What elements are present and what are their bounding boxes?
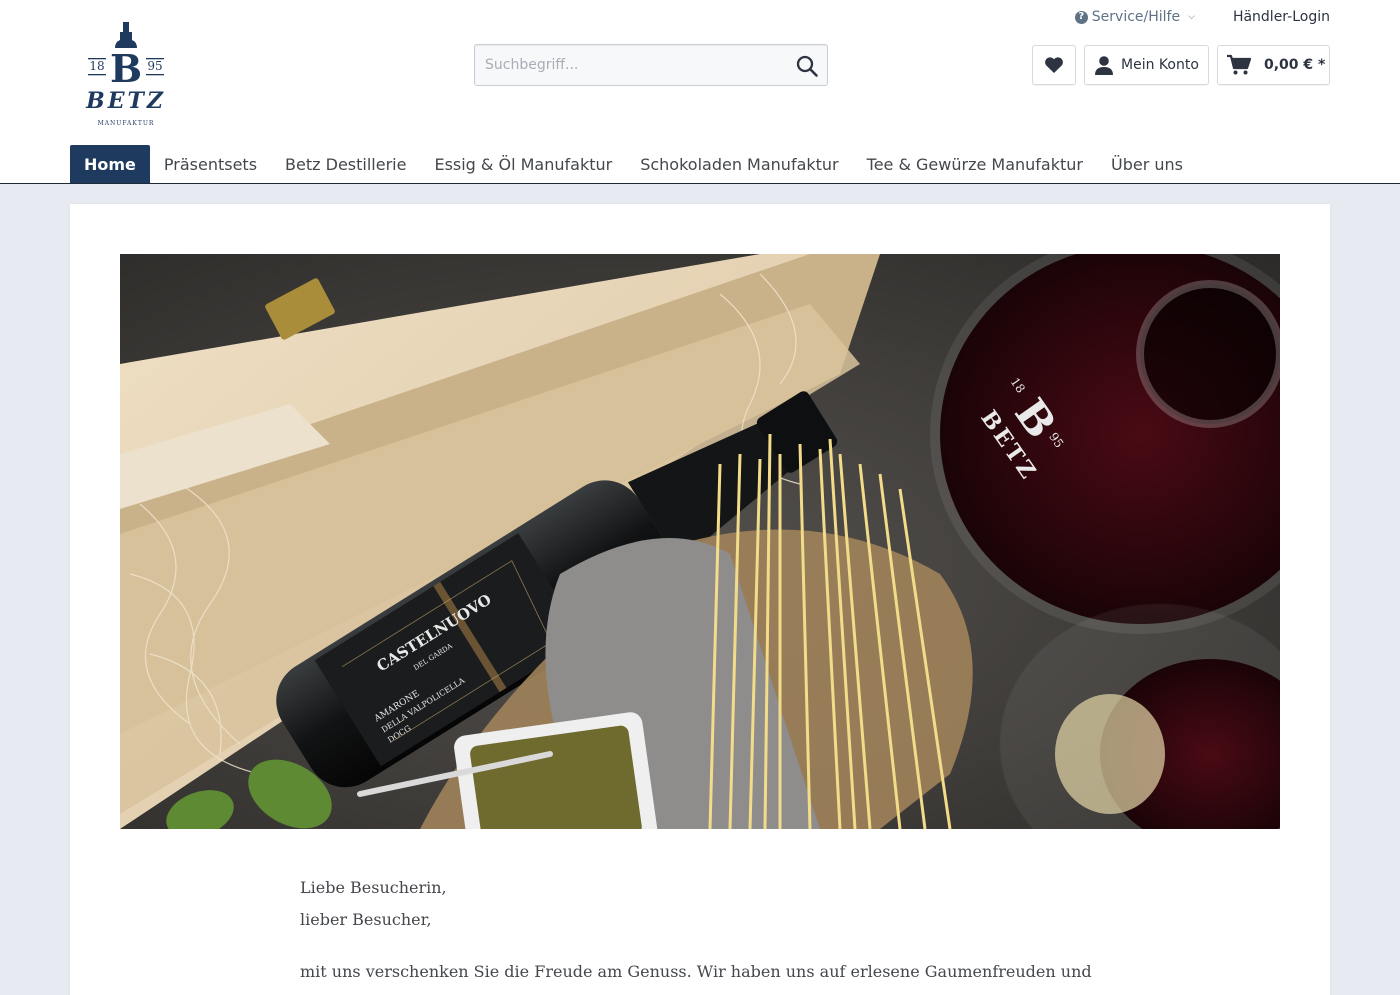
search-input[interactable] <box>475 45 775 85</box>
greeting-line-2: lieber Besucher, <box>300 910 432 929</box>
logo-year-left: 18 <box>89 59 104 73</box>
dealer-login-link[interactable]: Händler-Login <box>1233 9 1330 25</box>
nav-item-essig-oel-manufaktur[interactable]: Essig & Öl Manufaktur <box>420 145 626 183</box>
chevron-down-icon: ⌵ <box>1188 12 1195 22</box>
hero-image[interactable]: CASTELNUOVO DEL GARDA AMARONE DELLA VALP… <box>120 254 1280 829</box>
header-actions: Mein Konto 0,00 € * <box>1032 45 1330 85</box>
greeting-line-1: Liebe Besucherin, <box>300 878 447 897</box>
nav-item-schokoladen-manufaktur[interactable]: Schokoladen Manufaktur <box>626 145 852 183</box>
cart-button[interactable]: 0,00 € * <box>1217 45 1330 85</box>
betz-logo[interactable]: B 18 95 BETZ MANUFAKTUR <box>84 20 170 130</box>
logo-name: BETZ <box>85 88 166 114</box>
top-links: ? Service/Hilfe ⌵ Händler-Login <box>1074 7 1330 27</box>
nav-item-home[interactable]: Home <box>70 145 150 183</box>
my-account-button[interactable]: Mein Konto <box>1084 45 1209 85</box>
nav-item-betz-destillerie[interactable]: Betz Destillerie <box>271 145 420 183</box>
logo-letter: B <box>110 46 142 91</box>
cart-icon <box>1227 54 1252 75</box>
logo-year-right: 95 <box>147 59 162 73</box>
intro-text: Liebe Besucherin, lieber Besucher, mit u… <box>300 872 1100 995</box>
nav-item-ueber-uns[interactable]: Über uns <box>1097 145 1197 183</box>
service-help-label: Service/Hilfe <box>1091 9 1181 25</box>
my-account-label: Mein Konto <box>1121 57 1199 73</box>
logo-subtitle: MANUFAKTUR <box>98 120 155 127</box>
heart-icon <box>1045 57 1063 73</box>
cart-total: 0,00 € * <box>1264 57 1326 73</box>
nav-item-praesentsets[interactable]: Präsentsets <box>150 145 271 183</box>
service-help-dropdown[interactable]: ? Service/Hilfe ⌵ <box>1074 9 1195 25</box>
user-icon <box>1095 56 1113 75</box>
main-navigation: Home Präsentsets Betz Destillerie Essig … <box>70 145 1197 184</box>
site-header: ? Service/Hilfe ⌵ Händler-Login B 18 95 … <box>0 0 1400 184</box>
wishlist-button[interactable] <box>1032 45 1076 85</box>
question-circle-icon: ? <box>1074 10 1088 24</box>
main-content: CASTELNUOVO DEL GARDA AMARONE DELLA VALP… <box>70 204 1330 995</box>
intro-paragraph: mit uns verschenken Sie die Freude am Ge… <box>300 962 1092 995</box>
search-icon[interactable] <box>795 54 819 78</box>
nav-item-tee-gewuerze-manufaktur[interactable]: Tee & Gewürze Manufaktur <box>853 145 1097 183</box>
search-box <box>474 44 828 86</box>
